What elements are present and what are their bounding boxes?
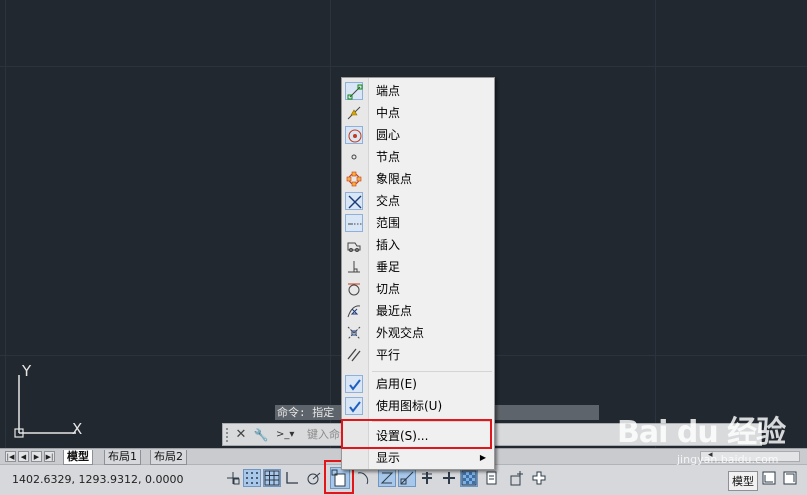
menu-item-label: 平行 [376,348,401,362]
wrench-icon[interactable]: 🔧 [253,427,269,443]
ucs-icon: Y X [8,360,98,445]
dynamic-ucs-icon[interactable] [378,469,396,487]
menu-item-label: 启用(E) [376,377,417,391]
lineweight-icon[interactable] [418,469,436,487]
grid-line [655,0,656,448]
menu-item-extension[interactable]: 范围 [342,212,494,234]
scroll-left-arrow[interactable]: ◂ [708,450,713,460]
polar-tracking-icon[interactable] [305,469,323,487]
checkmark-icon [345,375,363,393]
menu-item-label: 使用图标(U) [376,399,443,413]
close-icon[interactable]: ✕ [233,427,249,443]
menu-item-center[interactable]: 圆心 [342,124,494,146]
first-tab-button[interactable]: |◀ [5,451,16,462]
menu-item-label: 节点 [376,150,401,164]
object-snap-tracking-icon[interactable] [354,469,372,487]
menu-item-label: 象限点 [376,172,413,186]
last-tab-button[interactable]: ▶| [44,451,55,462]
grid-line [0,66,807,67]
model-space-label[interactable]: 模型 [728,471,758,491]
horizontal-scrollbar[interactable] [700,451,800,462]
grid-line [330,0,331,448]
coordinates-readout: 1402.6329, 1293.9312, 0.0000 [12,473,184,486]
nearest-icon [345,302,363,320]
menu-separator [372,371,492,372]
endpoint-icon [345,82,363,100]
menu-item-enable[interactable]: 启用(E) [342,373,494,395]
selection-cycling-icon[interactable] [508,469,526,487]
menu-item-tangent[interactable]: 切点 [342,278,494,300]
menu-item-parallel[interactable]: 平行 [342,344,494,366]
menu-item-insertion[interactable]: 插入 [342,234,494,256]
ucs-x-label: X [72,420,82,438]
menu-item-nearest[interactable]: 最近点 [342,300,494,322]
menu-item-label: 范围 [376,216,401,230]
menu-item-label: 圆心 [376,128,401,142]
menu-item-label: 切点 [376,282,401,296]
quadrant-icon [345,170,363,188]
highlight-box-settings [341,419,492,449]
command-line-grip[interactable] [226,428,233,442]
quick-properties-icon[interactable] [482,469,500,487]
center-icon [345,126,363,144]
menu-item-intersection[interactable]: 交点 [342,190,494,212]
ucs-y-label: Y [21,362,32,380]
tangent-icon [345,280,363,298]
prev-tab-button[interactable]: ◀ [18,451,29,462]
grid-line [5,0,6,448]
ortho-mode-icon[interactable] [283,469,301,487]
apparent-intersection-icon [345,324,363,342]
next-tab-button[interactable]: ▶ [31,451,42,462]
intersection-icon [345,192,363,210]
menu-item-label: 最近点 [376,304,413,318]
midpoint-icon [345,104,363,122]
menu-item-use-icons[interactable]: 使用图标(U) [342,395,494,417]
menu-item-apparent-intersection[interactable]: 外观交点 [342,322,494,344]
dynamic-input-icon[interactable] [398,469,416,487]
menu-item-display[interactable]: 显示 ▶ [342,447,494,469]
menu-item-midpoint[interactable]: 中点 [342,102,494,124]
menu-item-perpendicular[interactable]: 垂足 [342,256,494,278]
extension-icon [345,214,363,232]
menu-item-label: 交点 [376,194,401,208]
perpendicular-icon [345,258,363,276]
menu-item-label: 垂足 [376,260,401,274]
menu-item-endpoint[interactable]: 端点 [342,80,494,102]
command-prompt-icon[interactable]: >_▾ [276,427,302,443]
layout-icon[interactable] [781,469,799,487]
menu-item-label: 插入 [376,238,401,252]
checkmark-icon [345,397,363,415]
tab-layout1[interactable]: 布局1 [104,450,141,465]
submenu-arrow-icon: ▶ [479,453,486,462]
menu-item-label: 外观交点 [376,326,425,340]
menu-item-label: 显示 [376,451,401,465]
tab-layout2[interactable]: 布局2 [150,450,187,465]
menu-item-quadrant[interactable]: 象限点 [342,168,494,190]
menu-item-label: 端点 [376,84,401,98]
snap-mode-icon[interactable] [243,469,261,487]
transparency-icon[interactable] [460,469,478,487]
tab-model[interactable]: 模型 [63,450,93,465]
object-snap-menu: 端点 中点 圆心 节点 象限点 交点 范围 插入 垂足 切点 最近点 外观交点 … [341,77,495,470]
plus-icon[interactable] [440,469,458,487]
node-icon [345,148,363,166]
layout-icon[interactable] [760,469,778,487]
insertion-icon [345,236,363,254]
annotation-monitor-icon[interactable] [530,469,548,487]
parallel-icon [345,346,363,364]
grid-display-icon[interactable] [263,469,281,487]
infer-constraints-icon[interactable] [224,469,242,487]
menu-item-label: 中点 [376,106,401,120]
menu-item-node[interactable]: 节点 [342,146,494,168]
